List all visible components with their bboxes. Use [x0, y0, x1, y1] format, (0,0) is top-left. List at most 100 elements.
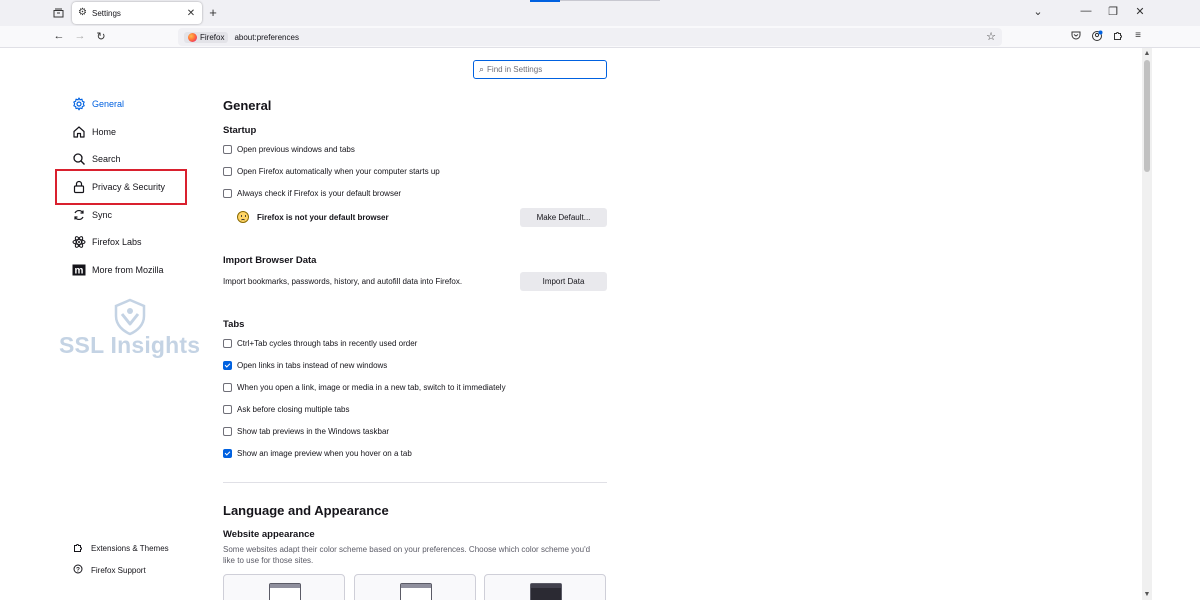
checkbox[interactable] — [223, 361, 232, 370]
watermark: SSL Insights — [57, 298, 200, 368]
extensions-icon[interactable] — [1111, 30, 1125, 43]
page-scrollbar[interactable]: ▲ ▼ — [1142, 48, 1152, 600]
identity-box[interactable]: Firefox — [184, 31, 229, 43]
url-bar[interactable]: Firefox about:preferences ☆ — [178, 28, 1002, 46]
search-icon: ⌕ — [479, 64, 485, 74]
reload-button[interactable]: ↻ — [94, 30, 108, 43]
new-tab-button[interactable]: + — [206, 5, 220, 20]
gear-icon: ⚙ — [78, 7, 87, 18]
minimize-button[interactable]: — — [1076, 5, 1096, 17]
checkbox-open-automatically[interactable]: Open Firefox automatically when your com… — [223, 167, 440, 176]
extensions-themes-link[interactable]: Extensions & Themes — [73, 542, 169, 554]
sidebar-item-label: More from Mozilla — [92, 265, 164, 275]
svg-text:?: ? — [76, 566, 80, 573]
bookmark-star-icon[interactable]: ☆ — [986, 30, 996, 43]
back-button[interactable]: ← — [52, 30, 66, 42]
checkbox[interactable] — [223, 145, 232, 154]
make-default-button[interactable]: Make Default... — [520, 208, 607, 227]
checkbox-label: Always check if Firefox is your default … — [237, 189, 402, 198]
default-browser-status: Firefox is not your default browser — [237, 211, 389, 223]
tab-title: Settings — [92, 8, 121, 18]
mozilla-icon: m — [71, 263, 86, 278]
checkbox-switch-to-new-tab[interactable]: When you open a link, image or media in … — [223, 383, 506, 392]
sad-face-icon — [237, 211, 249, 223]
menu-icon[interactable]: ≡ — [1131, 30, 1145, 41]
sidebar-item-firefox-labs[interactable]: Firefox Labs — [71, 231, 191, 253]
import-heading: Import Browser Data — [223, 255, 317, 266]
import-data-button[interactable]: Import Data — [520, 272, 607, 291]
sidebar-item-general[interactable]: General — [71, 93, 191, 115]
home-icon — [71, 125, 86, 140]
sidebar-item-label: Firefox Labs — [92, 237, 142, 247]
list-all-tabs-icon[interactable] — [50, 6, 66, 20]
website-appearance-description: Some websites adapt their color scheme b… — [223, 545, 591, 565]
checkbox-check-default[interactable]: Always check if Firefox is your default … — [223, 189, 401, 198]
language-appearance-heading: Language and Appearance — [223, 503, 389, 518]
checkbox-open-previous[interactable]: Open previous windows and tabs — [223, 145, 355, 154]
restore-button[interactable]: ❐ — [1103, 5, 1123, 18]
firefox-support-link[interactable]: ? Firefox Support — [73, 564, 146, 576]
checkbox[interactable] — [223, 427, 232, 436]
identity-label: Firefox — [200, 32, 225, 42]
shield-icon — [114, 298, 146, 336]
tabstrip-accent — [530, 0, 560, 2]
sidebar-item-more-from-mozilla[interactable]: m More from Mozilla — [71, 259, 191, 281]
settings-page: ⌕ General Home Search Privacy & Se — [47, 48, 1142, 600]
labs-icon — [71, 235, 86, 250]
gear-icon — [71, 97, 86, 112]
account-icon[interactable] — [1090, 30, 1104, 45]
search-input[interactable] — [487, 65, 598, 74]
checkbox[interactable] — [223, 405, 232, 414]
checkbox-ctrl-tab[interactable]: Ctrl+Tab cycles through tabs in recently… — [223, 339, 417, 348]
checkbox-open-links-in-tabs[interactable]: Open links in tabs instead of new window… — [223, 361, 387, 370]
sidebar-item-label: Sync — [92, 210, 113, 220]
checkbox-label: Open links in tabs instead of new window… — [237, 361, 388, 370]
checkbox-taskbar-previews[interactable]: Show tab previews in the Windows taskbar — [223, 427, 389, 436]
checkbox-label: When you open a link, image or media in … — [237, 383, 506, 392]
website-appearance-heading: Website appearance — [223, 529, 315, 540]
appearance-thumbnail — [400, 583, 432, 600]
close-tab-icon[interactable]: ✕ — [186, 8, 196, 19]
checkbox-label: Show tab previews in the Windows taskbar — [237, 427, 390, 436]
chevron-down-icon[interactable]: ⌄ — [1028, 5, 1048, 18]
appearance-option-automatic[interactable] — [223, 574, 345, 600]
pocket-icon[interactable] — [1069, 30, 1083, 43]
checkbox[interactable] — [223, 383, 232, 392]
default-status-text: Firefox is not your default browser — [257, 212, 389, 222]
footer-link-label: Extensions & Themes — [91, 543, 169, 553]
appearance-option-dark[interactable] — [484, 574, 606, 600]
checkbox[interactable] — [223, 189, 232, 198]
checkbox[interactable] — [223, 449, 232, 458]
puzzle-icon — [73, 542, 83, 554]
highlight-box — [55, 169, 187, 205]
scrollbar-thumb[interactable] — [1144, 60, 1150, 172]
section-divider — [223, 482, 607, 483]
navigation-toolbar: ← → ↻ Firefox about:preferences ☆ ≡ — [0, 26, 1200, 48]
sidebar-item-label: Search — [92, 154, 121, 164]
close-window-button[interactable]: ✕ — [1130, 5, 1150, 18]
checkbox-label: Open previous windows and tabs — [237, 145, 355, 154]
svg-text:m: m — [74, 266, 83, 277]
tab-settings[interactable]: ⚙ Settings ✕ — [72, 2, 202, 24]
appearance-option-light[interactable] — [354, 574, 476, 600]
scroll-down-arrow[interactable]: ▼ — [1142, 591, 1152, 598]
checkbox[interactable] — [223, 339, 232, 348]
checkbox-warn-close-multiple[interactable]: Ask before closing multiple tabs — [223, 405, 350, 414]
footer-link-label: Firefox Support — [91, 565, 146, 575]
tabstrip-line — [560, 0, 660, 1]
checkbox-label: Open Firefox automatically when your com… — [237, 167, 440, 176]
appearance-thumbnail — [530, 583, 562, 600]
categories-sidebar: General Home Search Privacy & Security S… — [47, 48, 217, 600]
startup-heading: Startup — [223, 125, 257, 136]
sidebar-item-home[interactable]: Home — [71, 121, 191, 143]
checkbox-label: Ctrl+Tab cycles through tabs in recently… — [237, 339, 418, 348]
url-text[interactable]: about:preferences — [234, 33, 299, 42]
checkbox-hover-preview[interactable]: Show an image preview when you hover on … — [223, 449, 412, 458]
find-in-settings-field[interactable]: ⌕ — [473, 60, 607, 79]
sidebar-item-search[interactable]: Search — [71, 148, 191, 170]
scroll-up-arrow[interactable]: ▲ — [1142, 50, 1152, 57]
sidebar-item-sync[interactable]: Sync — [71, 204, 191, 226]
forward-button[interactable]: → — [73, 30, 87, 42]
appearance-thumbnail — [269, 583, 301, 600]
checkbox[interactable] — [223, 167, 232, 176]
